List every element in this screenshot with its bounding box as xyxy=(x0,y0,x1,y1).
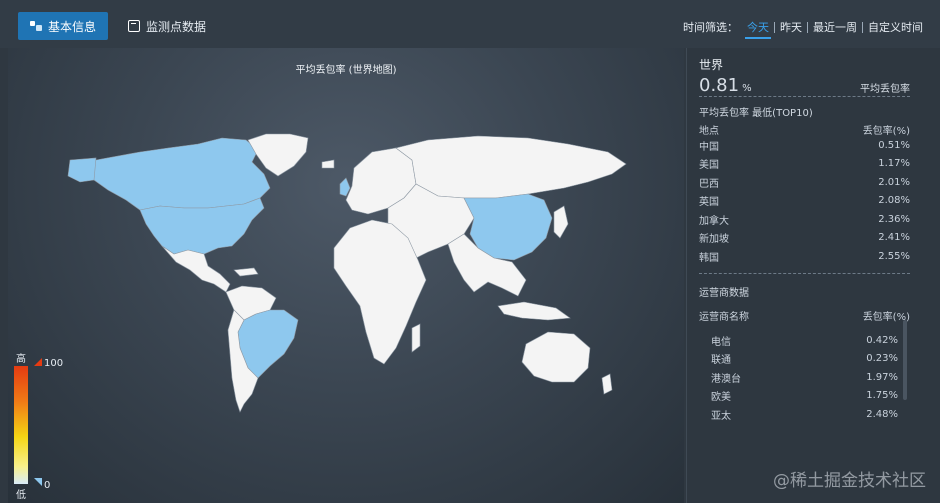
landmass-mexico xyxy=(161,245,231,293)
row-value: 0.23% xyxy=(866,353,898,365)
row-name: 巴西 xyxy=(699,178,719,190)
row-name: 加拿大 xyxy=(699,215,729,227)
time-filter: 时间筛选： 今天 昨天 最近一周 自定义时间 xyxy=(683,19,928,39)
time-option-custom[interactable]: 自定义时间 xyxy=(863,19,928,35)
landmass-new-zealand xyxy=(601,373,613,395)
table-row[interactable]: 港澳台 1.97% xyxy=(711,368,898,387)
table-row[interactable]: 电信 0.42% xyxy=(711,331,898,350)
divider xyxy=(699,273,910,274)
legend-max-handle[interactable] xyxy=(34,358,42,366)
top10-title: 平均丢包率 最低(TOP10) xyxy=(699,108,813,119)
row-value: 1.75% xyxy=(866,390,898,402)
tab-basic-info-label: 基本信息 xyxy=(48,19,97,34)
landmass-iceland xyxy=(321,159,335,169)
top10-header-loss: 丢包率(%) xyxy=(862,126,910,137)
map-panel: 平均丢包率 (世界地图) 高 100 0 低 xyxy=(8,48,684,503)
legend-min-handle[interactable] xyxy=(34,478,42,486)
time-filter-label: 时间筛选： xyxy=(683,21,738,34)
region-title: 世界 xyxy=(699,58,724,72)
row-name: 美国 xyxy=(699,160,719,172)
table-row[interactable]: 英国 2.08% xyxy=(699,192,910,211)
landmass-japan xyxy=(553,205,569,239)
table-row[interactable]: 巴西 2.01% xyxy=(699,173,910,192)
avg-loss-label: 平均丢包率 xyxy=(860,84,910,95)
row-name: 英国 xyxy=(699,197,719,209)
legend-high-label: 高 xyxy=(16,354,26,365)
row-value: 2.08% xyxy=(878,195,910,207)
landmass-indonesia xyxy=(497,301,571,321)
country-uk xyxy=(339,177,351,197)
legend-min-value: 0 xyxy=(44,480,51,491)
operator-list: 电信 0.42% 联通 0.23% 港澳台 1.97% 欧美 1.75% 亚太 2.48% xyxy=(711,331,898,424)
operator-header-name: 运营商名称 xyxy=(699,312,749,323)
landmass-caribbean xyxy=(233,267,259,277)
tab-monitor-data[interactable]: 监测点数据 xyxy=(116,12,218,40)
country-canada xyxy=(85,137,271,211)
landmass-madagascar xyxy=(411,323,421,353)
operator-title: 运营商数据 xyxy=(699,288,749,299)
row-name: 联通 xyxy=(711,355,731,367)
row-name: 亚太 xyxy=(711,410,731,422)
chart-icon xyxy=(128,20,140,32)
operator-header: 运营商名称 丢包率(%) xyxy=(699,308,910,323)
avg-loss-number: 0.81 xyxy=(699,75,740,96)
top10-header-location: 地点 xyxy=(699,126,719,137)
landmass-russia xyxy=(395,135,627,199)
operator-list-scrollbar[interactable] xyxy=(903,320,907,400)
time-option-yesterday[interactable]: 昨天 xyxy=(775,19,807,35)
row-name: 新加坡 xyxy=(699,234,729,246)
table-row[interactable]: 中国 0.51% xyxy=(699,136,910,155)
landmass-australia xyxy=(521,331,591,383)
table-row[interactable]: 新加坡 2.41% xyxy=(699,229,910,248)
row-name: 欧美 xyxy=(711,392,731,404)
row-name: 中国 xyxy=(699,141,719,153)
table-row[interactable]: 联通 0.23% xyxy=(711,350,898,369)
divider xyxy=(699,96,910,97)
table-row[interactable]: 韩国 2.55% xyxy=(699,247,910,266)
top10-list: 中国 0.51% 美国 1.17% 巴西 2.01% 英国 2.08% 加拿大 2.36% 新加坡 2… xyxy=(699,136,910,266)
table-row[interactable]: 亚太 2.48% xyxy=(711,405,898,424)
row-name: 港澳台 xyxy=(711,373,741,385)
row-value: 0.42% xyxy=(866,334,898,346)
avg-loss-unit: % xyxy=(742,83,752,94)
table-row[interactable]: 美国 1.17% xyxy=(699,155,910,174)
row-value: 1.17% xyxy=(878,158,910,170)
legend-color-scale xyxy=(14,366,28,484)
watermark: @稀土掘金技术社区 xyxy=(773,471,926,491)
row-name: 韩国 xyxy=(699,252,719,264)
table-row[interactable]: 加拿大 2.36% xyxy=(699,210,910,229)
top10-header: 地点 丢包率(%) xyxy=(699,122,910,137)
world-map[interactable] xyxy=(8,48,684,503)
row-value: 2.48% xyxy=(866,408,898,420)
table-row[interactable]: 欧美 1.75% xyxy=(711,387,898,406)
time-option-today[interactable]: 今天 xyxy=(742,19,774,39)
top-bar: 基本信息 监测点数据 时间筛选： 今天 昨天 最近一周 自定义时间 xyxy=(0,0,940,48)
row-value: 2.55% xyxy=(878,250,910,262)
tab-monitor-data-label: 监测点数据 xyxy=(146,19,207,34)
row-value: 0.51% xyxy=(878,139,910,151)
row-value: 1.97% xyxy=(866,371,898,383)
row-value: 2.41% xyxy=(878,232,910,244)
row-value: 2.01% xyxy=(878,176,910,188)
info-icon xyxy=(30,20,42,32)
legend-max-value: 100 xyxy=(44,358,64,369)
row-name: 电信 xyxy=(711,336,731,348)
row-value: 2.36% xyxy=(878,213,910,225)
stats-panel: 世界 0.81% 平均丢包率 平均丢包率 最低(TOP10) 地点 丢包率(%)… xyxy=(686,48,940,503)
time-option-last-week[interactable]: 最近一周 xyxy=(808,19,862,35)
map-legend: 高 100 0 低 xyxy=(12,350,72,501)
avg-loss-value: 0.81% xyxy=(699,75,752,96)
country-usa-alaska xyxy=(67,157,97,183)
legend-low-label: 低 xyxy=(16,490,26,501)
tab-basic-info[interactable]: 基本信息 xyxy=(18,12,108,40)
